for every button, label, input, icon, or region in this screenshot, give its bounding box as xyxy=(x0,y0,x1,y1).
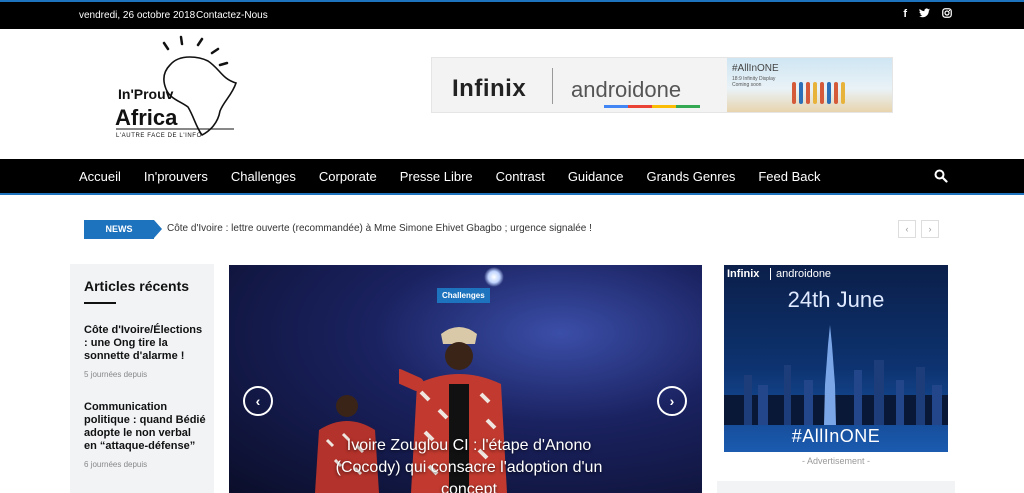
ticker-headline[interactable]: Côte d'Ivoire : lettre ouverte (recomman… xyxy=(167,223,592,234)
slider-next-button[interactable]: › xyxy=(657,386,687,416)
featured-slider[interactable]: Challenges ‹ › Ivoire Zouglou CI : l'éta… xyxy=(229,265,702,493)
ad-brand-androidone: androidone xyxy=(571,77,682,102)
nav-item-challenges[interactable]: Challenges xyxy=(231,159,296,193)
instagram-icon[interactable] xyxy=(942,8,952,21)
recent-article-time: 5 journées depuis xyxy=(84,370,148,379)
news-ticker: NEWS Côte d'Ivoire : lettre ouverte (rec… xyxy=(84,220,940,240)
ad-divider xyxy=(552,68,553,104)
ad-brand-infinix: Infinix xyxy=(727,268,760,280)
top-bar: vendredi, 26 octobre 2018 Contactez-Nous… xyxy=(0,0,1024,29)
ad-brand-androidone: androidone xyxy=(776,268,832,280)
advertisement-label: - Advertisement - xyxy=(801,456,871,466)
next-widget xyxy=(717,481,955,493)
recent-article-title[interactable]: Communication politique : quand Bédié ad… xyxy=(84,401,206,453)
ad-color-bar xyxy=(604,105,700,108)
nav-item-guidance[interactable]: Guidance xyxy=(568,159,624,193)
sidebar-advertisement[interactable]: Infinix androidone 24th June #AllInONE xyxy=(724,265,948,452)
ticker-prev-button[interactable]: ‹ xyxy=(898,220,916,238)
ad-hashtag: #AllInONE xyxy=(791,426,881,446)
slider-prev-button[interactable]: ‹ xyxy=(243,386,273,416)
news-badge: NEWS xyxy=(84,220,162,239)
header-advertisement[interactable]: Infinix androidone #AllInONE 18:9 Infini… xyxy=(431,57,893,113)
recent-articles-widget: Articles récents Côte d'Ivoire/Élections… xyxy=(70,264,214,493)
search-icon[interactable] xyxy=(934,169,948,183)
facebook-icon[interactable]: f xyxy=(903,8,907,21)
contact-link[interactable]: Contactez-Nous xyxy=(196,10,268,21)
logo-line1: In'Prouv xyxy=(118,86,174,102)
widget-title: Articles récents xyxy=(84,278,190,294)
logo-line2: Africa xyxy=(115,105,178,130)
ad-people-figures xyxy=(792,82,845,104)
stage-light xyxy=(484,267,504,287)
ad-city-skyline xyxy=(724,325,948,425)
logo-tagline: L'AUTRE FACE DE L'INFO xyxy=(116,133,202,139)
nav-item-feed-back[interactable]: Feed Back xyxy=(758,159,820,193)
ad-brand-infinix: Infinix xyxy=(452,75,527,102)
ticker-next-button[interactable]: › xyxy=(921,220,939,238)
ad-divider xyxy=(770,268,771,280)
social-links: f xyxy=(903,8,952,21)
slide-category-badge[interactable]: Challenges xyxy=(437,288,490,303)
nav-item-inprouvers[interactable]: In'prouvers xyxy=(144,159,208,193)
site-header: In'Prouv Africa L'AUTRE FACE DE L'INFO I… xyxy=(0,29,1024,159)
nav-item-contrast[interactable]: Contrast xyxy=(496,159,545,193)
nav-item-accueil[interactable]: Accueil xyxy=(79,159,121,195)
twitter-icon[interactable] xyxy=(919,8,930,21)
ad-subtitle-2: Coming soon xyxy=(732,82,762,88)
ad-hashtag: #AllInONE xyxy=(732,63,779,74)
recent-article-title[interactable]: Côte d'Ivoire/Élections : une Ong tire l… xyxy=(84,324,206,363)
main-navigation: Accueil In'prouvers Challenges Corporate… xyxy=(0,159,1024,195)
nav-item-corporate[interactable]: Corporate xyxy=(319,159,377,193)
recent-article-time: 6 journées depuis xyxy=(84,460,148,469)
current-date: vendredi, 26 octobre 2018 xyxy=(79,10,196,21)
nav-item-grands-genres[interactable]: Grands Genres xyxy=(646,159,735,193)
site-logo[interactable]: In'Prouv Africa L'AUTRE FACE DE L'INFO xyxy=(110,35,245,145)
nav-item-presse-libre[interactable]: Presse Libre xyxy=(400,159,473,193)
slide-title[interactable]: Ivoire Zouglou CI : l'étape d'Anono (Coc… xyxy=(319,435,619,493)
ad-launch-date: 24th June xyxy=(787,287,885,312)
widget-title-underline xyxy=(84,302,116,304)
